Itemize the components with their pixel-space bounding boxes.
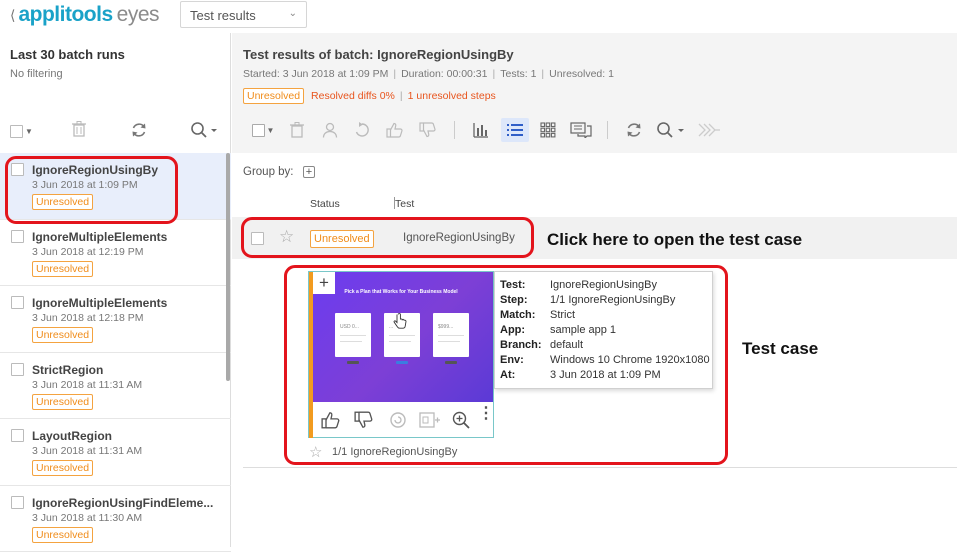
status-badge: Unresolved (243, 88, 304, 104)
batch-date: 3 Jun 2018 at 12:19 PM (32, 246, 144, 258)
list-view-icon[interactable] (501, 118, 529, 142)
applitools-logo[interactable]: ⟨ applitools eyes (10, 3, 159, 27)
results-toolbar: ▼ (232, 115, 957, 145)
highlight-batch-item (5, 156, 178, 224)
batch-checkbox[interactable] (11, 363, 24, 376)
select-all-checkbox[interactable]: ▼ (246, 118, 280, 142)
select-all-checkbox[interactable]: ▼ (10, 123, 33, 141)
sidebar-title: Last 30 batch runs (10, 47, 125, 62)
batch-unresolved: Unresolved: 1 (549, 68, 614, 80)
status-badge: Unresolved (32, 327, 93, 343)
batch-checkbox[interactable] (11, 429, 24, 442)
thumbs-down-icon[interactable] (414, 118, 442, 142)
undo-icon[interactable] (348, 118, 376, 142)
user-icon[interactable] (316, 118, 344, 142)
batch-tests: Tests: 1 (500, 68, 536, 80)
app-header: ⟨ applitools eyes Test results ⌄ (0, 0, 957, 32)
batch-title-label: Test results of batch: (243, 47, 374, 62)
sidebar-toolbar: ▼ (0, 121, 231, 143)
status-badge: Unresolved (32, 527, 93, 543)
merge-icon[interactable] (695, 118, 723, 142)
column-header-status[interactable]: Status (310, 198, 340, 210)
comments-icon[interactable] (567, 118, 595, 142)
logo-brand-text: applitools (18, 3, 112, 27)
batch-checkbox[interactable] (11, 230, 24, 243)
toolbar-divider (607, 121, 608, 139)
batch-sidebar: Last 30 batch runs No filtering ▼ Ignore… (0, 33, 231, 547)
search-icon[interactable] (653, 118, 689, 142)
batch-date: 3 Jun 2018 at 11:31 AM (32, 445, 142, 457)
batch-item[interactable]: LayoutRegion 3 Jun 2018 at 11:31 AM Unre… (0, 419, 231, 486)
logo-mark-icon: ⟨ (10, 7, 15, 24)
annotation-test-case: Test case (742, 339, 818, 359)
highlight-test-case (284, 265, 728, 465)
batch-item[interactable]: IgnoreRegionUsingFindEleme... 3 Jun 2018… (0, 486, 231, 552)
grid-view-icon[interactable] (534, 118, 562, 142)
batch-started: Started: 3 Jun 2018 at 1:09 PM (243, 68, 388, 80)
sidebar-scrollbar[interactable] (226, 153, 230, 381)
trash-icon[interactable] (283, 118, 311, 142)
batch-status: Unresolved Resolved diffs 0%|1 unresolve… (243, 88, 496, 104)
column-header-test[interactable]: Test (395, 198, 414, 210)
search-icon[interactable] (190, 121, 218, 144)
section-divider (243, 467, 957, 468)
batch-title-value: IgnoreRegionUsingBy (377, 47, 514, 62)
highlight-test-row (241, 217, 534, 258)
batch-date: 3 Jun 2018 at 11:30 AM (32, 512, 142, 524)
batch-item[interactable]: IgnoreMultipleElements 3 Jun 2018 at 12:… (0, 286, 231, 353)
unresolved-steps-link[interactable]: 1 unresolved steps (408, 90, 496, 102)
batch-checkbox[interactable] (11, 496, 24, 509)
trash-icon[interactable] (72, 121, 86, 142)
batch-checkbox[interactable] (11, 296, 24, 309)
batch-item[interactable]: IgnoreMultipleElements 3 Jun 2018 at 12:… (0, 220, 231, 287)
view-select-dropdown[interactable]: Test results ⌄ (180, 1, 307, 28)
batch-date: 3 Jun 2018 at 12:18 PM (32, 312, 144, 324)
batch-name: LayoutRegion (32, 429, 222, 443)
refresh-icon[interactable] (130, 121, 148, 144)
chevron-down-icon: ⌄ (289, 8, 297, 19)
status-badge: Unresolved (32, 460, 93, 476)
group-by-label: Group by: (243, 166, 294, 178)
batch-meta: Started: 3 Jun 2018 at 1:09 PM|Duration:… (243, 68, 614, 80)
logo-suffix-text: eyes (117, 3, 159, 27)
batch-date: 3 Jun 2018 at 11:31 AM (32, 379, 142, 391)
view-select-value: Test results (190, 8, 256, 23)
bar-chart-icon[interactable] (467, 118, 495, 142)
sidebar-filter-text: No filtering (10, 68, 63, 80)
batch-name: StrictRegion (32, 363, 222, 377)
batch-name: IgnoreRegionUsingFindEleme... (32, 496, 222, 510)
toolbar-divider (454, 121, 455, 139)
status-badge: Unresolved (32, 261, 93, 277)
thumbs-up-icon[interactable] (381, 118, 409, 142)
batch-name: IgnoreMultipleElements (32, 296, 222, 310)
status-badge: Unresolved (32, 394, 93, 410)
batch-item[interactable]: StrictRegion 3 Jun 2018 at 11:31 AM Unre… (0, 353, 231, 420)
refresh-icon[interactable] (620, 118, 648, 142)
batch-title: Test results of batch: IgnoreRegionUsing… (243, 47, 514, 62)
batch-header: Test results of batch: IgnoreRegionUsing… (232, 33, 957, 153)
resolved-diffs: Resolved diffs 0% (311, 90, 395, 102)
batch-duration: Duration: 00:00:31 (401, 68, 487, 80)
annotation-open-hint: Click here to open the test case (547, 230, 802, 250)
add-group-button[interactable]: + (303, 166, 315, 178)
batch-name: IgnoreMultipleElements (32, 230, 222, 244)
